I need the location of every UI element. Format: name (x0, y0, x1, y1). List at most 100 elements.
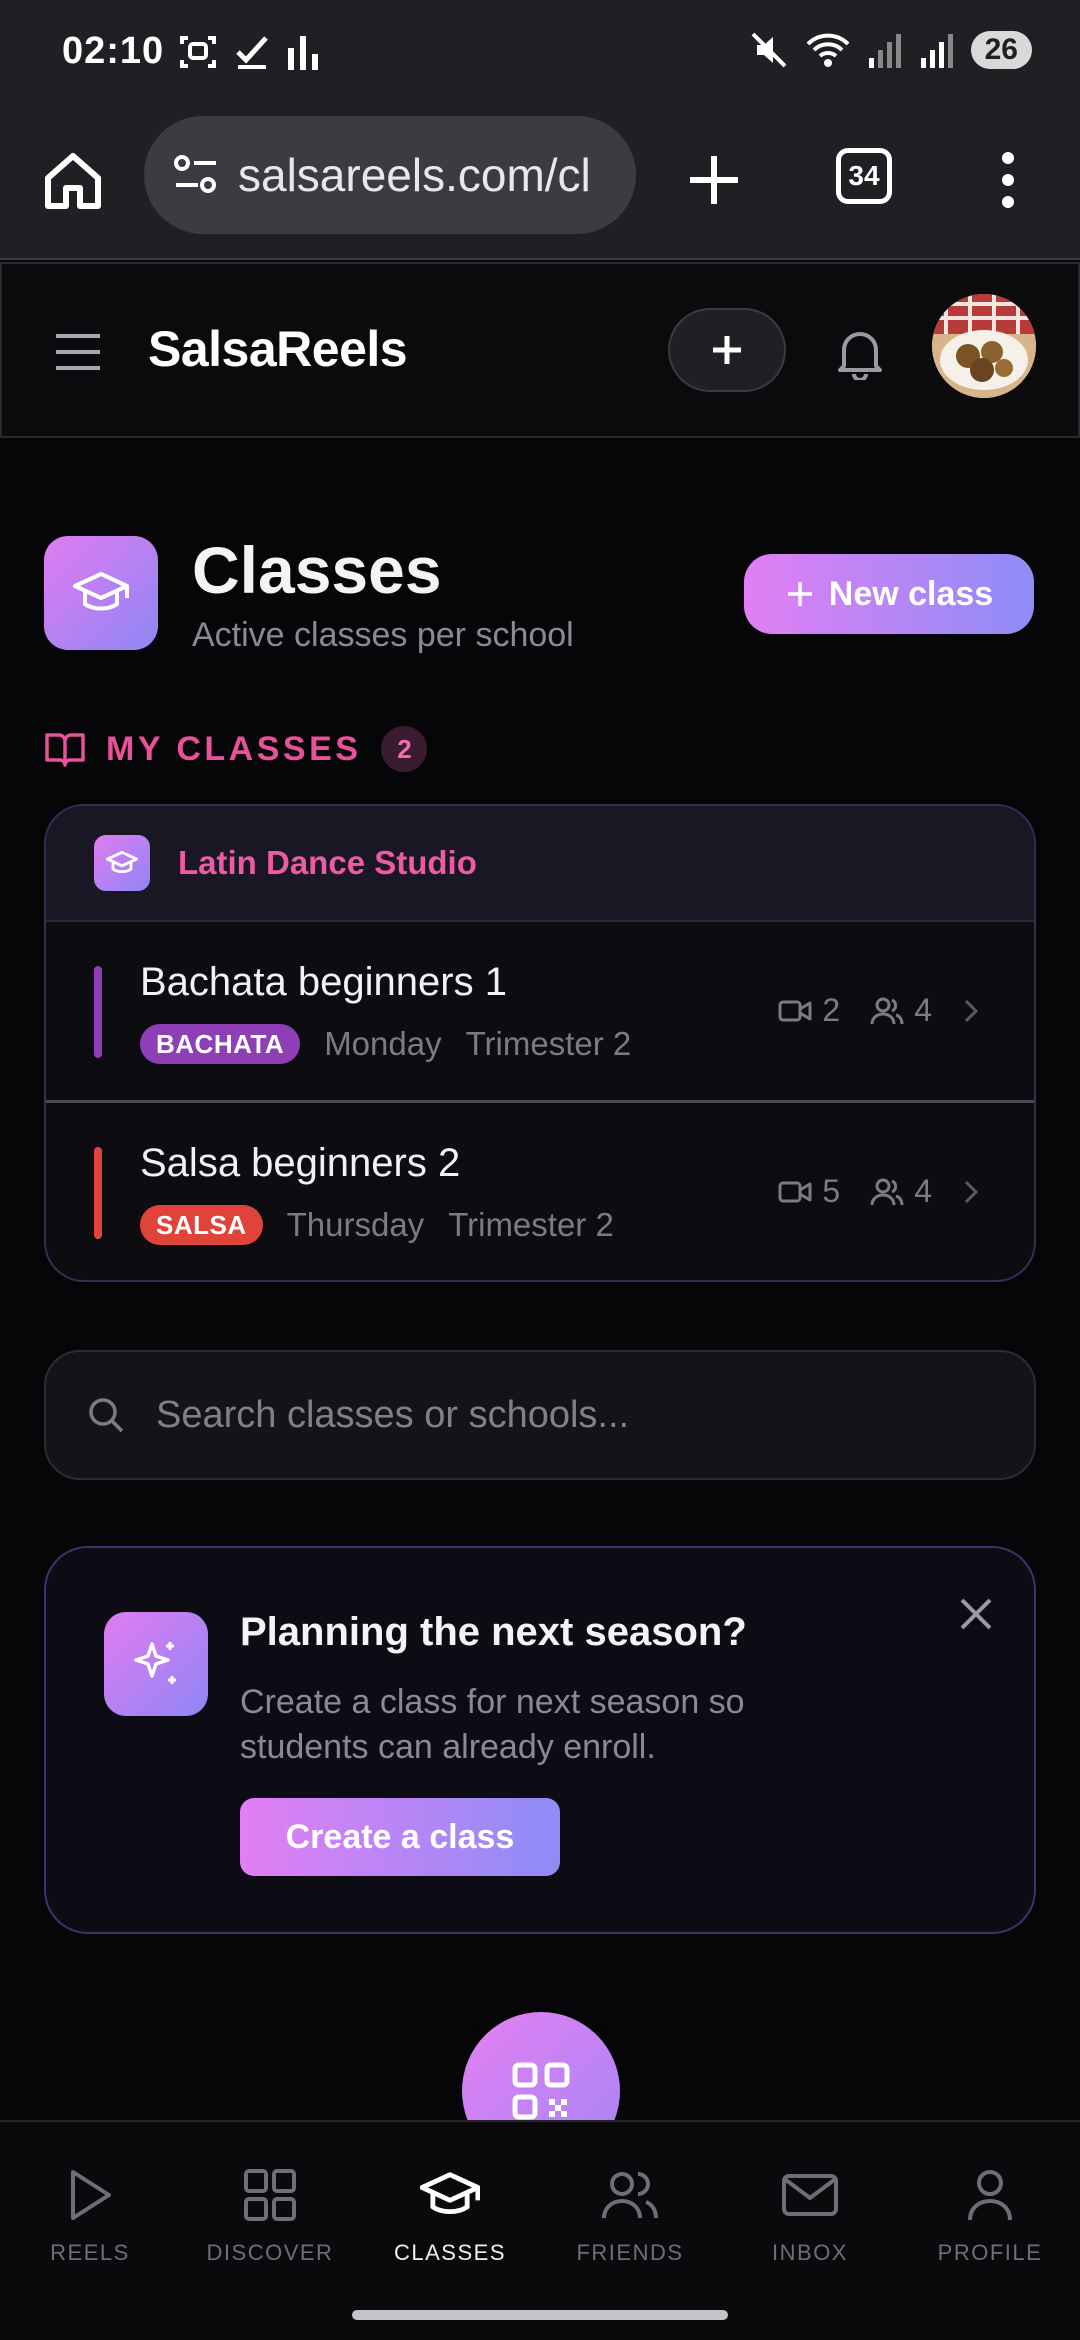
bars-icon (286, 32, 320, 72)
nav-label: INBOX (772, 2240, 848, 2265)
nav-item-classes[interactable]: CLASSES (360, 2168, 540, 2266)
nav-label: DISCOVER (206, 2240, 334, 2265)
class-term: Trimester 2 (448, 1206, 614, 1243)
home-icon[interactable] (40, 148, 106, 214)
bottom-navigation: REELS DISCOVER CLASSES FRIENDS INBOX PRO… (0, 2120, 1080, 2340)
student-count-value: 4 (914, 1173, 932, 1209)
class-name: Salsa beginners 2 (140, 1141, 461, 1185)
grid-icon (243, 2168, 297, 2222)
plus-icon (709, 332, 745, 368)
class-day: Thursday (286, 1206, 425, 1243)
sparkles-icon (104, 1612, 208, 1716)
signal-icon (919, 30, 955, 70)
video-count-value: 2 (822, 992, 841, 1028)
nav-item-discover[interactable]: DISCOVER (180, 2168, 360, 2266)
graduation-cap-icon (420, 2168, 480, 2222)
class-stats: 5 4 (778, 1173, 980, 1210)
page-subtitle: Active classes per school (192, 616, 574, 654)
video-count: 2 (778, 992, 840, 1029)
signal-icon (867, 30, 903, 70)
browser-toolbar: salsareels.com/cl 34 (0, 110, 1080, 260)
search-icon (86, 1395, 126, 1435)
my-classes-label: MY CLASSES (106, 729, 362, 768)
check-icon (232, 32, 272, 72)
promo-body: Create a class for next season so studen… (240, 1683, 745, 1766)
next-season-promo-card: Planning the next season? Create a class… (44, 1546, 1036, 1934)
nav-item-profile[interactable]: PROFILE (900, 2168, 1080, 2266)
mail-icon (780, 2168, 840, 2222)
create-button[interactable] (668, 308, 786, 392)
school-name: Latin Dance Studio (178, 844, 477, 881)
graduation-cap-icon (94, 835, 150, 891)
screenshot-icon (178, 32, 218, 72)
class-row[interactable]: Salsa beginners 2 SALSA Thursday Trimest… (46, 1100, 1034, 1278)
chevron-right-icon (962, 997, 980, 1025)
brand-logo[interactable]: SalsaReels (148, 320, 408, 378)
site-settings-icon[interactable] (172, 153, 220, 197)
avatar[interactable] (932, 294, 1036, 398)
class-style-accent (94, 966, 102, 1058)
my-classes-heading: MY CLASSES 2 (44, 726, 428, 772)
new-class-label: New class (828, 574, 994, 613)
my-classes-count-badge: 2 (381, 726, 428, 772)
url-bar[interactable]: salsareels.com/cl (144, 116, 636, 234)
status-time: 02:10 (62, 30, 165, 72)
nav-item-friends[interactable]: FRIENDS (540, 2168, 720, 2266)
nav-label: CLASSES (394, 2240, 506, 2265)
promo-title: Planning the next season? (240, 1610, 747, 1654)
users-icon (870, 996, 904, 1026)
nav-item-inbox[interactable]: INBOX (720, 2168, 900, 2266)
search-input[interactable]: Search classes or schools... (156, 1394, 629, 1437)
video-icon (778, 999, 812, 1023)
class-day: Monday (324, 1025, 442, 1062)
status-bar: 02:10 26 (0, 0, 1080, 110)
nav-label: FRIENDS (576, 2240, 684, 2265)
friends-icon (600, 2168, 660, 2222)
app-header: SalsaReels (0, 262, 1080, 438)
video-count: 5 (778, 1173, 840, 1210)
mute-icon (749, 30, 789, 70)
nav-label: PROFILE (937, 2240, 1043, 2265)
bell-icon[interactable] (834, 326, 886, 380)
school-header[interactable]: Latin Dance Studio (46, 806, 1034, 922)
style-badge: SALSA (140, 1205, 263, 1245)
style-badge: BACHATA (140, 1024, 301, 1064)
play-icon (65, 2168, 115, 2222)
class-name: Bachata beginners 1 (140, 960, 507, 1004)
status-left-icons (178, 32, 320, 72)
book-icon (44, 731, 86, 767)
search-field[interactable]: Search classes or schools... (44, 1350, 1036, 1480)
close-icon[interactable] (956, 1594, 996, 1634)
wifi-icon (805, 30, 851, 70)
home-indicator[interactable] (352, 2310, 728, 2320)
video-icon (778, 1180, 812, 1204)
class-style-accent (94, 1147, 102, 1239)
class-stats: 2 4 (778, 992, 980, 1029)
more-menu-icon[interactable] (996, 150, 1020, 210)
class-meta: SALSA Thursday Trimester 2 (140, 1205, 614, 1245)
tab-switcher-button[interactable]: 34 (836, 148, 892, 204)
users-icon (870, 1177, 904, 1207)
student-count-value: 4 (914, 992, 932, 1028)
user-icon (965, 2168, 1015, 2222)
status-right-icons: 26 (749, 30, 1032, 70)
hamburger-menu-icon[interactable] (54, 332, 102, 372)
student-count: 4 (870, 992, 932, 1029)
class-meta: BACHATA Monday Trimester 2 (140, 1024, 631, 1064)
battery-indicator: 26 (970, 31, 1032, 69)
nav-label: REELS (50, 2240, 130, 2265)
create-class-button[interactable]: Create a class (240, 1798, 560, 1876)
url-text: salsareels.com/cl (238, 149, 591, 201)
plus-icon (785, 579, 815, 609)
student-count: 4 (870, 1173, 932, 1210)
new-class-button[interactable]: New class (744, 554, 1034, 634)
qr-code-icon (511, 2061, 571, 2121)
class-term: Trimester 2 (465, 1025, 632, 1062)
nav-item-reels[interactable]: REELS (0, 2168, 180, 2266)
school-classes-card: Latin Dance Studio Bachata beginners 1 B… (44, 804, 1036, 1282)
chevron-right-icon (962, 1178, 980, 1206)
class-row[interactable]: Bachata beginners 1 BACHATA Monday Trime… (46, 922, 1034, 1100)
video-count-value: 5 (822, 1173, 841, 1209)
new-tab-icon[interactable] (684, 150, 744, 210)
page-title: Classes (192, 533, 442, 607)
